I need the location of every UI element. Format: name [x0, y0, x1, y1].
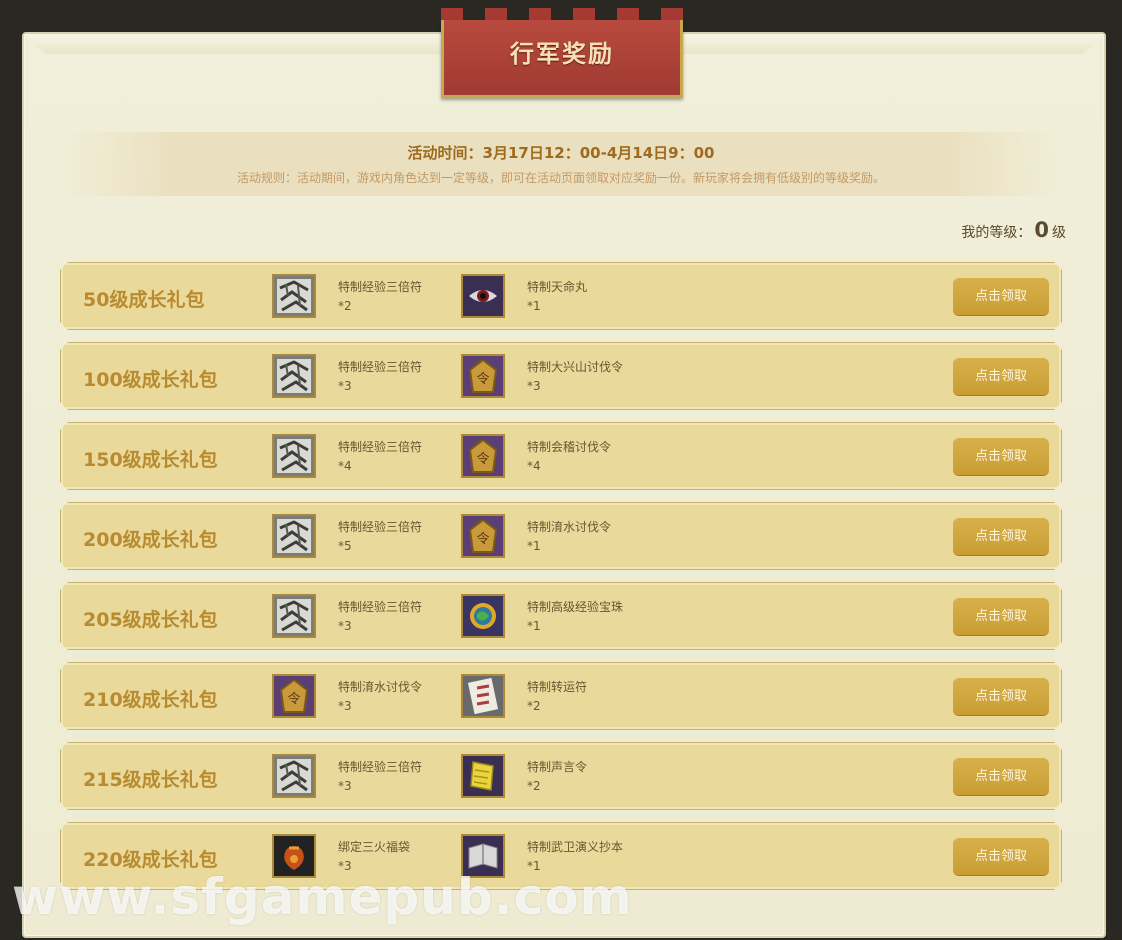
package-name: 215级成长礼包 — [83, 769, 218, 791]
eye-pill-icon[interactable] — [461, 274, 505, 318]
item-count: *3 — [338, 619, 352, 633]
item-count: *1 — [527, 299, 541, 313]
item-count: *3 — [338, 779, 352, 793]
package-name: 205级成长礼包 — [83, 609, 218, 631]
item-count: *4 — [338, 459, 352, 473]
luck-talisman-icon[interactable] — [461, 674, 505, 718]
item-count: *3 — [338, 699, 352, 713]
svg-text:令: 令 — [476, 372, 489, 387]
token-icon[interactable]: 令 — [461, 514, 505, 558]
package-name: 210级成长礼包 — [83, 689, 218, 711]
package-name: 100级成长礼包 — [83, 369, 218, 391]
exp-scroll-icon[interactable] — [272, 754, 316, 798]
item-name: 特制经验三倍符 — [338, 520, 423, 534]
item-name: 特制淯水讨伐令 — [527, 520, 612, 534]
event-time: 活动时间：3月17日12：00-4月14日9：00 — [407, 144, 715, 162]
item-count: *1 — [527, 539, 541, 553]
orb-icon[interactable] — [461, 594, 505, 638]
title-banner: 行军奖励 — [441, 8, 683, 98]
package-name: 50级成长礼包 — [83, 289, 205, 311]
package-name: 150级成长礼包 — [83, 449, 218, 471]
event-rules: 活动规则：活动期间，游戏内角色达到一定等级，即可在活动页面领取对应奖励一份。新玩… — [236, 171, 885, 185]
my-level-value: 0 — [1034, 218, 1049, 242]
item-name: 特制会稽讨伐令 — [527, 440, 612, 454]
package-row: 150级成长礼包 特制经验三倍符 *4 令 特制会稽讨伐令 *4 点击领取 — [60, 422, 1062, 490]
claim-button[interactable]: 点击领取 — [953, 438, 1049, 475]
item-count: *2 — [527, 779, 541, 793]
item-name: 特制经验三倍符 — [338, 360, 423, 374]
event-info: 活动时间：3月17日12：00-4月14日9：00 活动规则：活动期间，游戏内角… — [60, 132, 1062, 196]
item-name: 特制经验三倍符 — [338, 440, 423, 454]
item-name: 特制淯水讨伐令 — [338, 680, 423, 694]
svg-text:令: 令 — [287, 692, 300, 707]
my-level-label: 我的等级： — [961, 225, 1032, 241]
item-name: 特制天命丸 — [527, 280, 588, 294]
package-name: 200级成长礼包 — [83, 529, 218, 551]
item-name: 特制武卫演义抄本 — [527, 840, 624, 854]
exp-scroll-icon[interactable] — [272, 354, 316, 398]
item-name: 绑定三火福袋 — [338, 840, 411, 854]
package-row: 215级成长礼包 特制经验三倍符 *3 特制声言令 *2 点击领取 — [60, 742, 1062, 810]
claim-button[interactable]: 点击领取 — [953, 278, 1049, 315]
token-icon[interactable]: 令 — [461, 434, 505, 478]
svg-text:令: 令 — [476, 452, 489, 467]
claim-button[interactable]: 点击领取 — [953, 598, 1049, 635]
claim-button[interactable]: 点击领取 — [953, 758, 1049, 795]
watermark: www.sfgamepub.com — [12, 868, 633, 926]
exp-scroll-icon[interactable] — [272, 594, 316, 638]
item-count: *2 — [338, 299, 352, 313]
item-count: *3 — [338, 379, 352, 393]
item-count: *4 — [527, 459, 541, 473]
package-row: 100级成长礼包 特制经验三倍符 *3 令 特制大兴山讨伐令 *3 点击领取 — [60, 342, 1062, 410]
item-name: 特制大兴山讨伐令 — [527, 360, 624, 374]
claim-button[interactable]: 点击领取 — [953, 518, 1049, 555]
package-row: 205级成长礼包 特制经验三倍符 *3 特制高级经验宝珠 *1 点击领取 — [60, 582, 1062, 650]
item-count: *1 — [527, 619, 541, 633]
exp-scroll-icon[interactable] — [272, 434, 316, 478]
package-row: 50级成长礼包 特制经验三倍符 *2 特制天命丸 *1 点击领取 — [60, 262, 1062, 330]
item-name: 特制经验三倍符 — [338, 600, 423, 614]
package-row: 200级成长礼包 特制经验三倍符 *5 令 特制淯水讨伐令 *1 点击领取 — [60, 502, 1062, 570]
package-row: 210级成长礼包 令 特制淯水讨伐令 *3 特制转运符 *2 点击领取 — [60, 662, 1062, 730]
svg-text:令: 令 — [476, 532, 489, 547]
claim-button[interactable]: 点击领取 — [953, 678, 1049, 715]
item-name: 特制经验三倍符 — [338, 760, 423, 774]
token-icon[interactable]: 令 — [461, 354, 505, 398]
item-count: *2 — [527, 699, 541, 713]
token-icon[interactable]: 令 — [272, 674, 316, 718]
item-name: 特制声言令 — [527, 760, 588, 774]
item-name: 特制经验三倍符 — [338, 280, 423, 294]
claim-button[interactable]: 点击领取 — [953, 358, 1049, 395]
claim-button[interactable]: 点击领取 — [953, 838, 1049, 875]
my-level-unit: 级 — [1052, 225, 1066, 241]
item-name: 特制高级经验宝珠 — [527, 600, 624, 614]
item-name: 特制转运符 — [527, 680, 588, 694]
exp-scroll-icon[interactable] — [272, 274, 316, 318]
exp-scroll-icon[interactable] — [272, 514, 316, 558]
item-count: *3 — [527, 379, 541, 393]
item-count: *5 — [338, 539, 352, 553]
page-title: 行军奖励 — [510, 40, 614, 68]
my-level: 我的等级： 0 级 — [961, 218, 1066, 242]
yellow-scroll-icon[interactable] — [461, 754, 505, 798]
